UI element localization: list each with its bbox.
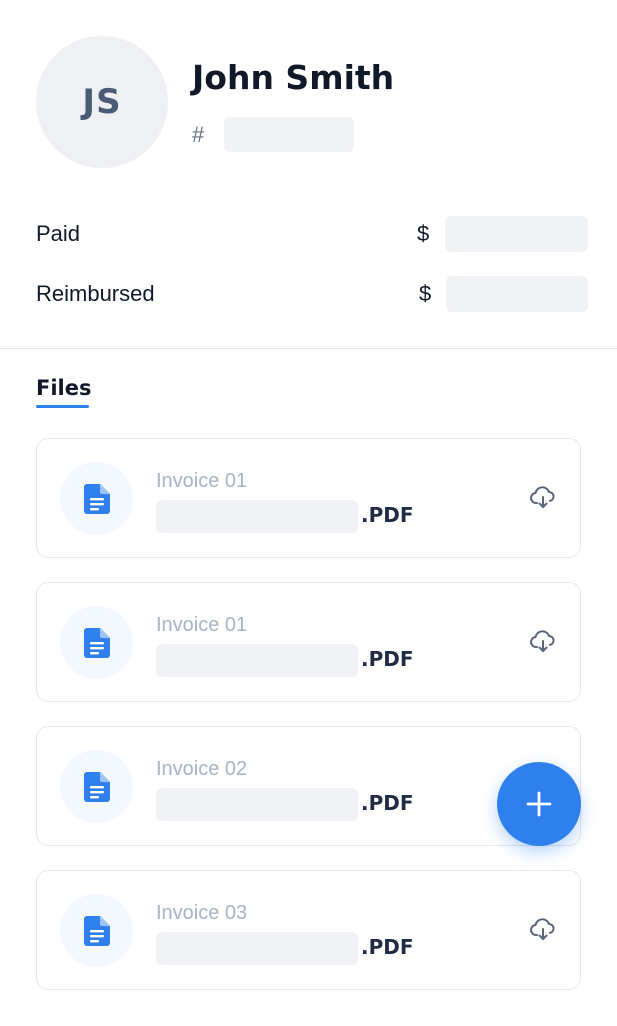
file-card[interactable]: Invoice 03 .PDF [36, 870, 581, 990]
reimbursed-row: Reimbursed $ [36, 276, 588, 312]
avatar[interactable]: JS [36, 36, 168, 168]
file-extension: .PDF [361, 647, 414, 671]
file-card[interactable]: Invoice 02 .PDF [36, 726, 581, 846]
section-divider [0, 348, 617, 349]
plus-icon [526, 791, 552, 817]
file-title: Invoice 01 [156, 614, 248, 636]
id-placeholder [224, 117, 354, 152]
document-icon [60, 894, 133, 967]
document-icon [60, 462, 133, 535]
file-extension: .PDF [361, 791, 414, 815]
reimbursed-currency: $ [419, 281, 432, 306]
tab-files[interactable]: Files [36, 376, 91, 400]
file-extension: .PDF [361, 503, 414, 527]
profile-header: JS John Smith # [36, 36, 596, 168]
file-name-placeholder [156, 644, 358, 677]
file-card[interactable]: Invoice 01 .PDF [36, 438, 581, 558]
paid-currency: $ [417, 221, 430, 246]
profile-name: John Smith [192, 58, 395, 97]
paid-row: Paid $ [36, 216, 588, 252]
file-name-placeholder [156, 500, 358, 533]
paid-amount-placeholder [445, 216, 588, 252]
file-card[interactable]: Invoice 01 .PDF [36, 582, 581, 702]
document-icon [60, 606, 133, 679]
reimbursed-amount-placeholder [446, 276, 588, 312]
add-file-button[interactable] [497, 762, 581, 846]
file-title: Invoice 02 [156, 758, 248, 780]
file-title: Invoice 01 [156, 470, 248, 492]
file-name-placeholder [156, 932, 358, 965]
file-name-placeholder [156, 788, 358, 821]
cloud-download-icon[interactable] [530, 486, 556, 510]
tab-active-indicator [36, 405, 89, 408]
file-extension: .PDF [361, 935, 414, 959]
paid-label: Paid [36, 221, 81, 246]
id-prefix: # [192, 122, 205, 147]
document-icon [60, 750, 133, 823]
cloud-download-icon[interactable] [530, 630, 556, 654]
cloud-download-icon[interactable] [530, 918, 556, 942]
reimbursed-label: Reimbursed [36, 281, 155, 306]
file-title: Invoice 03 [156, 902, 248, 924]
